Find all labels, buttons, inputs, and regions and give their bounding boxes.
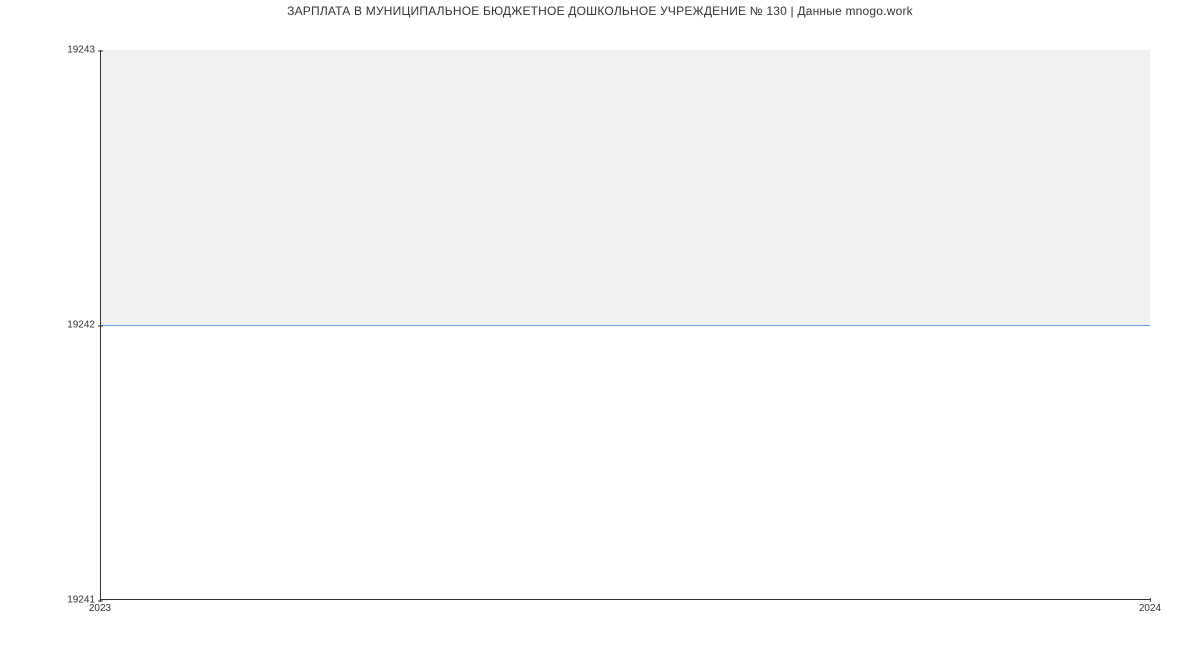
chart-title: ЗАРПЛАТА В МУНИЦИПАЛЬНОЕ БЮДЖЕТНОЕ ДОШКО…: [0, 4, 1200, 18]
x-tick-text: 2023: [89, 603, 111, 614]
x-tick-text: 2024: [1139, 603, 1161, 614]
data-series-line: [101, 325, 1150, 326]
y-tick-mark: [98, 50, 103, 51]
y-tick-mark: [98, 325, 103, 326]
y-tick-text: 19243: [67, 45, 95, 56]
y-tick-text: 19242: [67, 320, 95, 331]
x-tick-label: 2024: [1139, 603, 1161, 614]
y-tick-label: 19243: [5, 45, 95, 56]
plot-area: [100, 50, 1150, 600]
chart-container: ЗАРПЛАТА В МУНИЦИПАЛЬНОЕ БЮДЖЕТНОЕ ДОШКО…: [0, 0, 1200, 650]
y-tick-label: 19241: [5, 595, 95, 606]
x-tick-mark: [100, 598, 101, 602]
x-tick-label: 2023: [89, 603, 111, 614]
y-tick-label: 19242: [5, 320, 95, 331]
plot-bg-lower: [101, 325, 1150, 600]
x-tick-mark: [1150, 598, 1151, 602]
plot-bg-upper: [101, 50, 1150, 325]
